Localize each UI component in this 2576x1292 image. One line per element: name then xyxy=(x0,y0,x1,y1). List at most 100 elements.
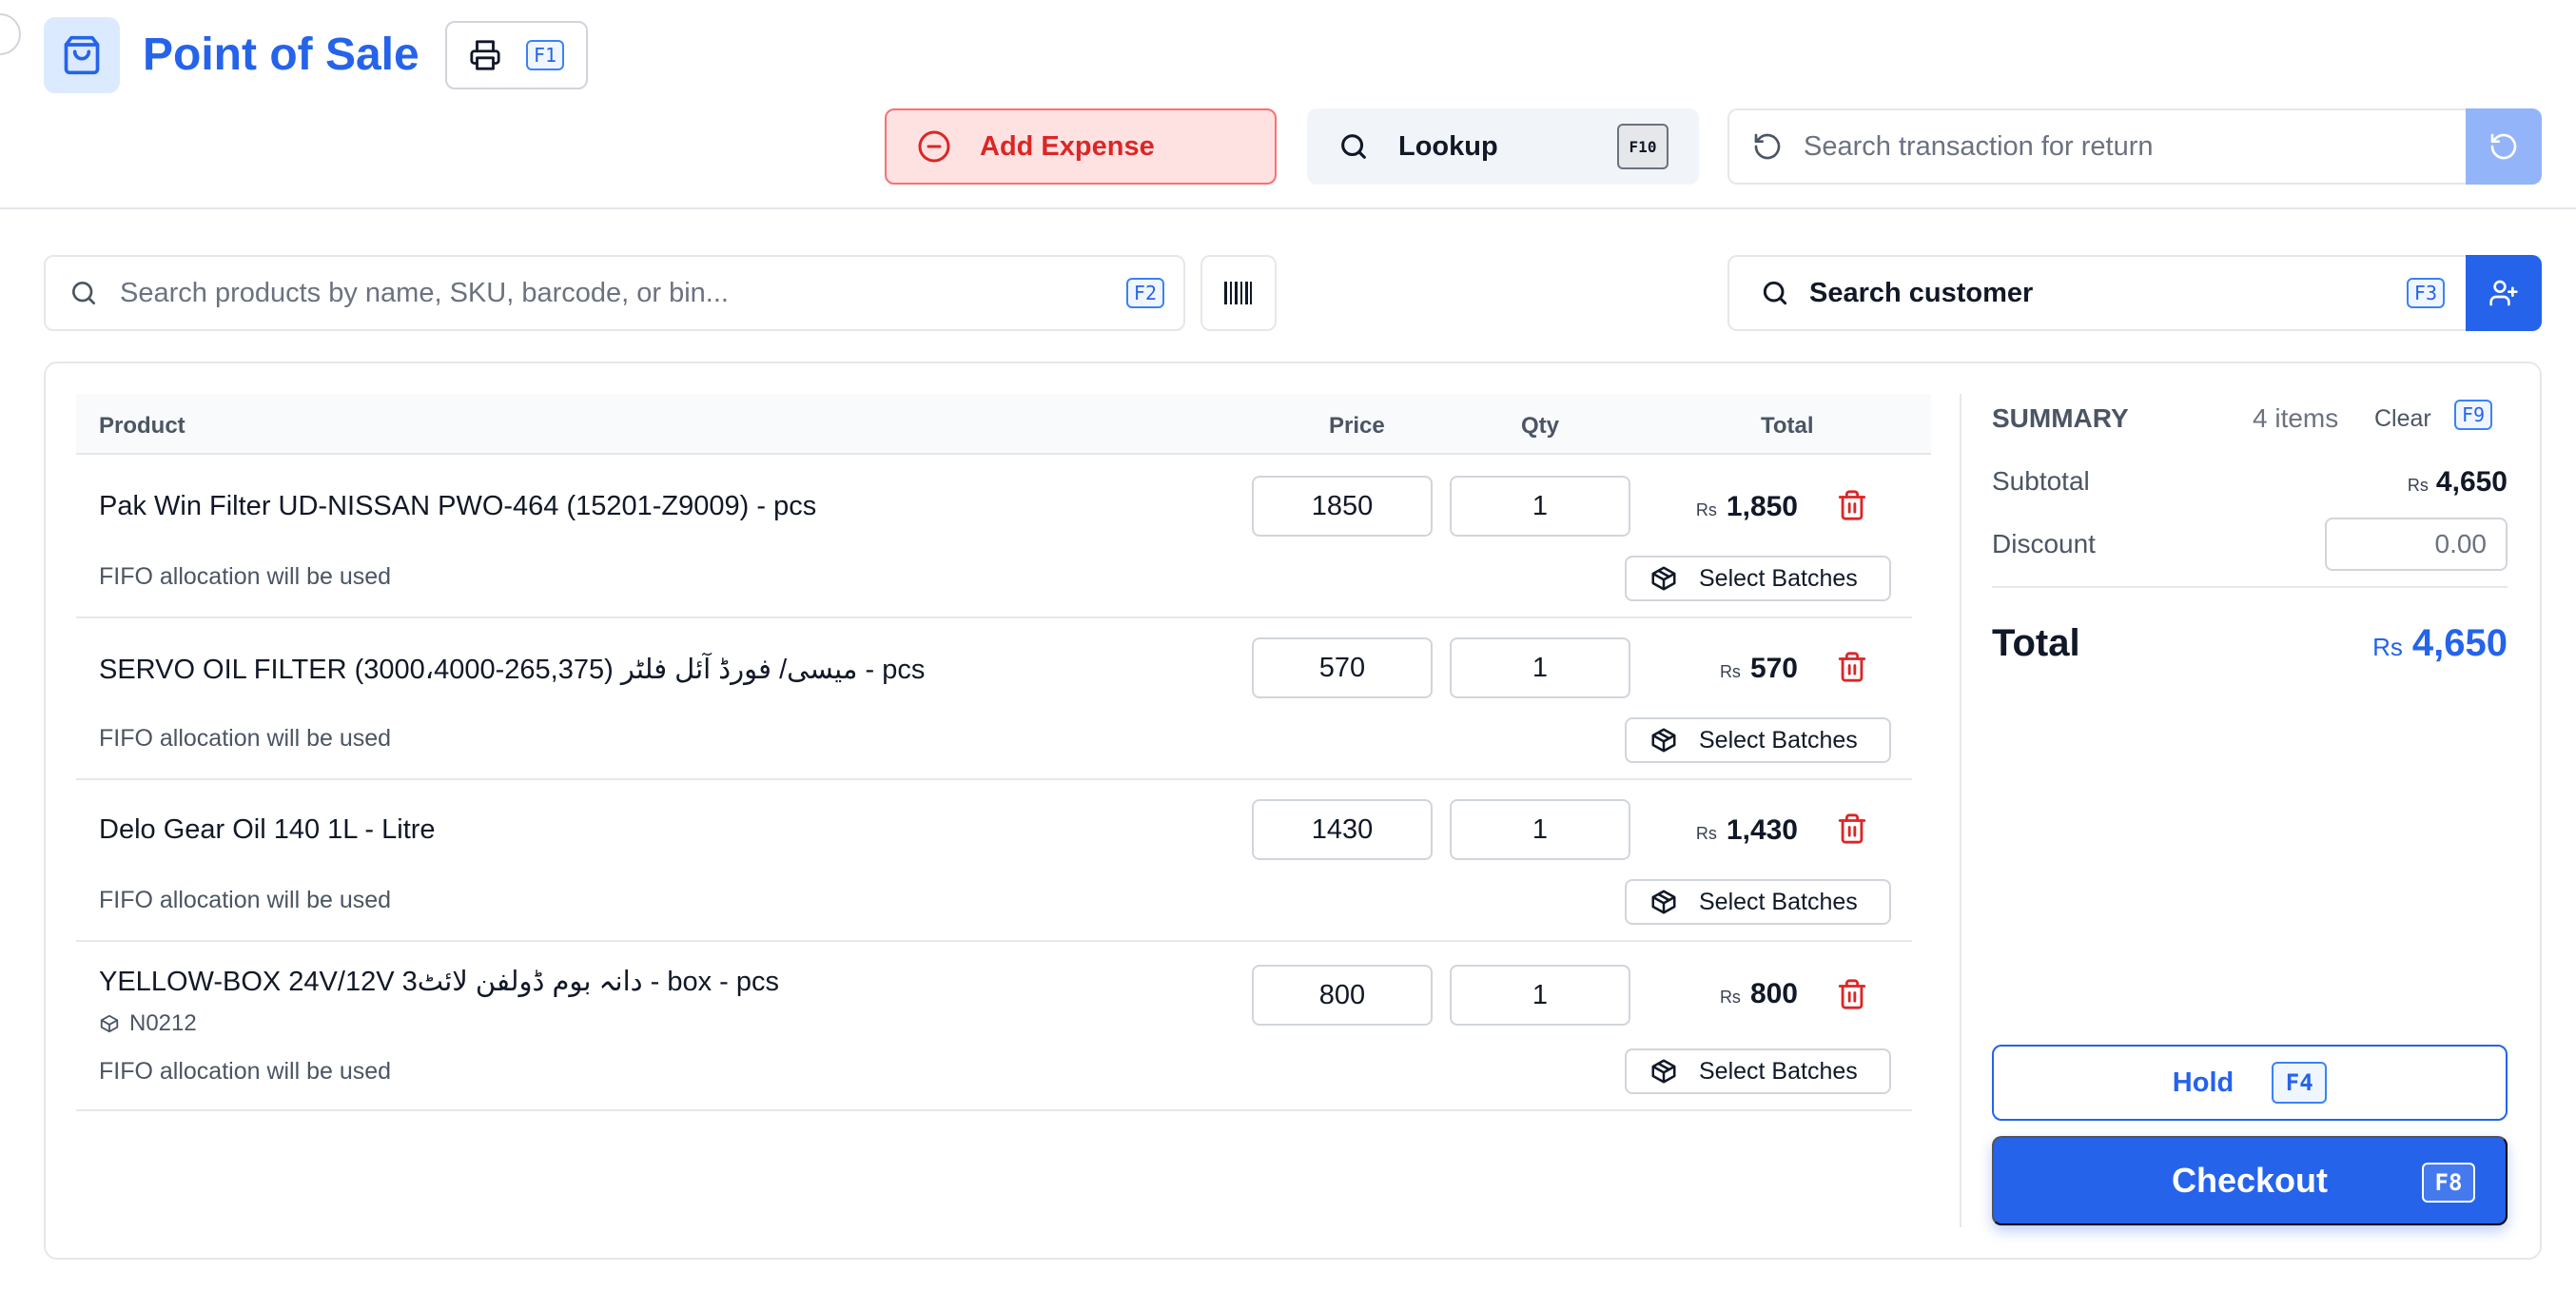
cart-row: Pak Win Filter UD-NISSAN PWO-464 (15201-… xyxy=(76,457,1912,618)
summary-divider xyxy=(1960,394,1961,1227)
line-total: Rs 1,430 xyxy=(1696,814,1798,847)
add-expense-label: Add Expense xyxy=(980,130,1155,162)
subtotal-value: Rs 4,650 xyxy=(2408,466,2508,499)
product-name: SERVO OIL FILTER (3000،4000-265,375) میس… xyxy=(99,655,926,685)
column-price: Price xyxy=(1329,413,1385,439)
select-batches-button[interactable]: Select Batches xyxy=(1625,879,1891,925)
remove-item-button[interactable] xyxy=(1836,489,1868,521)
currency-label: Rs xyxy=(1695,824,1717,843)
currency-label: Rs xyxy=(2372,633,2403,661)
package-icon xyxy=(1649,888,1678,916)
header-divider xyxy=(0,207,2576,209)
package-icon xyxy=(1649,564,1678,593)
print-button[interactable]: F1 xyxy=(445,21,588,89)
line-total: Rs 1,850 xyxy=(1696,491,1798,523)
column-total: Total xyxy=(1761,413,1814,439)
add-expense-button[interactable]: Add Expense xyxy=(885,108,1277,185)
return-search-input[interactable] xyxy=(1804,130,2466,163)
price-input[interactable] xyxy=(1252,476,1433,537)
currency-label: Rs xyxy=(1719,662,1741,681)
rotate-ccw-icon xyxy=(1752,131,1783,162)
sku-value: N0212 xyxy=(129,1010,197,1036)
currency-label: Rs xyxy=(1719,988,1741,1007)
line-total: Rs 800 xyxy=(1720,978,1798,1010)
cart-row: Delo Gear Oil 140 1L - Litre FIFO alloca… xyxy=(76,780,1912,942)
lookup-shortcut: F10 xyxy=(1617,124,1669,169)
currency-label: Rs xyxy=(1695,500,1717,519)
line-total: Rs 570 xyxy=(1720,653,1798,685)
summary-item-count: 4 items xyxy=(2253,403,2339,433)
hold-shortcut: F4 xyxy=(2272,1062,2328,1104)
product-search-shortcut: F2 xyxy=(1125,278,1164,308)
select-batches-label: Select Batches xyxy=(1699,1057,1858,1085)
package-icon xyxy=(1649,726,1678,754)
return-search-button[interactable] xyxy=(2466,108,2542,185)
remove-item-button[interactable] xyxy=(1836,651,1868,683)
search-icon xyxy=(1337,130,1370,163)
allocation-note: FIFO allocation will be used xyxy=(99,1058,392,1085)
return-search-field[interactable] xyxy=(1727,108,2466,185)
price-input[interactable] xyxy=(1252,965,1433,1026)
column-qty: Qty xyxy=(1521,413,1560,439)
line-total-value: 1,850 xyxy=(1726,491,1798,522)
customer-search-field[interactable]: Search customer F3 xyxy=(1727,255,2466,331)
trash-icon xyxy=(1836,812,1868,845)
qty-input[interactable] xyxy=(1450,799,1630,860)
summary-title: SUMMARY xyxy=(1992,403,2129,433)
select-batches-label: Select Batches xyxy=(1699,726,1858,754)
total-value: Rs 4,650 xyxy=(2372,622,2508,665)
column-product: Product xyxy=(99,413,185,439)
total-label: Total xyxy=(1992,622,2080,664)
qty-input[interactable] xyxy=(1450,965,1630,1026)
rotate-ccw-icon xyxy=(2488,131,2519,162)
clear-shortcut: F9 xyxy=(2454,400,2493,430)
product-sku: N0212 xyxy=(99,1010,197,1037)
add-customer-button[interactable] xyxy=(2466,255,2542,331)
summary-line xyxy=(1992,586,2508,588)
product-search-input[interactable] xyxy=(120,277,1105,309)
printer-icon xyxy=(469,39,501,71)
lookup-label: Lookup xyxy=(1398,130,1498,162)
line-total-value: 570 xyxy=(1749,653,1798,684)
checkout-label: Checkout xyxy=(2171,1161,2329,1200)
cart-row: SERVO OIL FILTER (3000،4000-265,375) میس… xyxy=(76,618,1912,780)
subtotal-label: Subtotal xyxy=(1992,466,2090,496)
search-icon xyxy=(1760,278,1790,308)
allocation-note: FIFO allocation will be used xyxy=(99,887,392,913)
hold-label: Hold xyxy=(2172,1067,2234,1098)
price-input[interactable] xyxy=(1252,799,1433,860)
remove-item-button[interactable] xyxy=(1836,812,1868,845)
subtotal-amount: 4,650 xyxy=(2435,466,2508,498)
product-search-field[interactable]: F2 xyxy=(44,255,1185,331)
select-batches-button[interactable]: Select Batches xyxy=(1625,1048,1891,1094)
cart-row: YELLOW-BOX 24V/12V 3دانہ بوم ڈولفن لائٹ … xyxy=(76,942,1912,1111)
allocation-note: FIFO allocation will be used xyxy=(99,563,392,590)
trash-icon xyxy=(1836,651,1868,683)
customer-search-shortcut: F3 xyxy=(2406,278,2445,308)
currency-label: Rs xyxy=(2407,476,2429,495)
hold-button[interactable]: Hold F4 xyxy=(1992,1045,2508,1121)
customer-search-label: Search customer xyxy=(1809,277,2034,308)
barcode-scan-button[interactable] xyxy=(1200,255,1277,331)
qty-input[interactable] xyxy=(1450,637,1630,698)
checkout-shortcut: F8 xyxy=(2422,1163,2475,1203)
allocation-note: FIFO allocation will be used xyxy=(99,725,392,752)
discount-input[interactable] xyxy=(2325,518,2508,571)
clear-cart-button[interactable]: Clear xyxy=(2374,405,2431,433)
select-batches-label: Select Batches xyxy=(1699,564,1858,592)
checkout-button[interactable]: Checkout F8 xyxy=(1992,1136,2508,1225)
product-name: YELLOW-BOX 24V/12V 3دانہ بوم ڈولفن لائٹ … xyxy=(99,967,779,997)
line-total-value: 800 xyxy=(1749,978,1798,1009)
sidebar-toggle[interactable] xyxy=(0,13,21,55)
page-title: Point of Sale xyxy=(143,29,420,80)
remove-item-button[interactable] xyxy=(1836,978,1868,1010)
price-input[interactable] xyxy=(1252,637,1433,698)
qty-input[interactable] xyxy=(1450,476,1630,537)
line-total-value: 1,430 xyxy=(1726,814,1798,846)
select-batches-button[interactable]: Select Batches xyxy=(1625,717,1891,763)
product-name: Pak Win Filter UD-NISSAN PWO-464 (15201-… xyxy=(99,491,817,521)
select-batches-button[interactable]: Select Batches xyxy=(1625,556,1891,601)
lookup-button[interactable]: Lookup F10 xyxy=(1307,108,1699,185)
product-name: Delo Gear Oil 140 1L - Litre xyxy=(99,814,436,845)
minus-circle-icon xyxy=(917,129,951,164)
